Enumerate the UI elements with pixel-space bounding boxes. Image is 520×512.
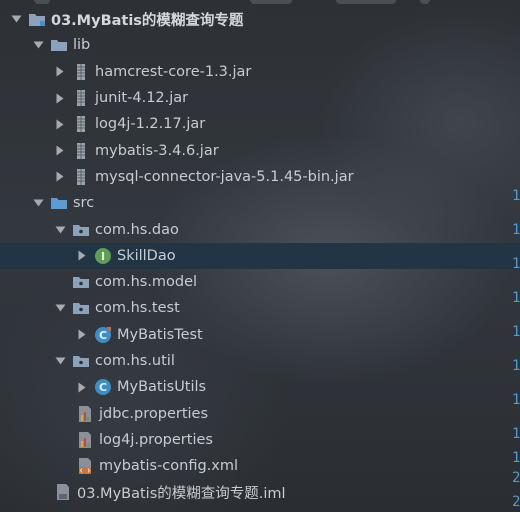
class-icon: C <box>94 378 112 396</box>
class-badge: C <box>99 381 107 394</box>
tree-node-jar[interactable]: junit-4.12.jar <box>0 85 520 111</box>
tree-node-package-test[interactable]: com.hs.test <box>0 295 520 321</box>
gutter-char: 1 <box>512 450 520 466</box>
iml-file-icon <box>54 483 72 501</box>
gutter-char: 1 <box>512 290 520 306</box>
package-icon <box>72 273 90 291</box>
folder-icon <box>50 36 68 54</box>
tree-node-package-model[interactable]: com.hs.model <box>0 269 520 295</box>
tree-node-package-dao[interactable]: com.hs.dao <box>0 216 520 242</box>
gutter-char: 1 <box>512 256 520 272</box>
chevron-down-icon[interactable] <box>32 197 44 209</box>
jar-label: hamcrest-core-1.3.jar <box>95 63 252 80</box>
interface-icon: I <box>94 247 112 265</box>
tree-node-jar[interactable]: mybatis-3.4.6.jar <box>0 137 520 163</box>
package-icon <box>72 221 90 239</box>
tree-node-jar[interactable]: mysql-connector-java-5.1.45-bin.jar <box>0 164 520 190</box>
gutter-char: 2 <box>512 494 520 510</box>
jar-icon <box>72 142 90 160</box>
class-label: MyBatisTest <box>117 326 203 343</box>
tree-node-mybatisutils[interactable]: C MyBatisUtils <box>0 374 520 400</box>
chevron-right-icon[interactable] <box>54 92 66 104</box>
xml-file-icon <box>76 457 94 475</box>
tree-node-mybatistest[interactable]: C MyBatisTest <box>0 322 520 348</box>
properties-file-icon <box>76 405 94 423</box>
jar-label: mybatis-3.4.6.jar <box>95 142 219 159</box>
file-label: jdbc.properties <box>99 405 209 422</box>
gutter-char: 1 <box>512 188 520 204</box>
chevron-down-icon[interactable] <box>54 355 66 367</box>
tree-node-package-util[interactable]: com.hs.util <box>0 348 520 374</box>
package-icon <box>72 352 90 370</box>
chevron-right-icon[interactable] <box>54 66 66 78</box>
tree-node-skilldao[interactable]: I SkillDao <box>0 242 520 269</box>
tree-node-src[interactable]: src <box>0 190 520 216</box>
jar-icon <box>72 115 90 133</box>
editor-gutter-edge: 1 1 1 1 1 1 1 1 1 2 2 <box>510 0 520 512</box>
chevron-down-icon[interactable] <box>10 13 22 25</box>
iml-label: 03.MyBatis的模糊查询专题.iml <box>77 485 286 502</box>
class-label: MyBatisUtils <box>117 379 207 396</box>
chevron-down-icon[interactable] <box>54 224 66 236</box>
jar-icon <box>72 63 90 81</box>
src-label: src <box>73 195 95 212</box>
tree-node-file[interactable]: mybatis-config.xml <box>0 453 520 479</box>
gutter-char: 1 <box>512 324 520 340</box>
file-label: mybatis-config.xml <box>99 458 239 475</box>
clipped-top-row <box>0 0 520 5</box>
jar-label: junit-4.12.jar <box>95 90 189 107</box>
tree-node-file[interactable]: jdbc.properties <box>0 400 520 426</box>
file-label: log4j.properties <box>99 431 213 448</box>
chevron-down-icon[interactable] <box>54 302 66 314</box>
tree-node-project[interactable]: 03.MyBatis的模糊查询专题 <box>0 6 520 32</box>
chevron-right-icon[interactable] <box>54 118 66 130</box>
gutter-char: 1 <box>512 392 520 408</box>
chevron-right-icon[interactable] <box>54 145 66 157</box>
class-badge: C <box>99 329 107 342</box>
test-class-icon: C <box>94 326 112 344</box>
gutter-char: 1 <box>512 426 520 442</box>
chevron-right-icon[interactable] <box>76 250 88 262</box>
gutter-char: 1 <box>512 358 520 374</box>
chevron-right-icon[interactable] <box>76 329 88 341</box>
module-folder-icon <box>28 10 46 28</box>
interface-label: SkillDao <box>117 247 176 264</box>
tree-node-jar[interactable]: log4j-1.2.17.jar <box>0 111 520 137</box>
project-tool-window: 03.MyBatis的模糊查询专题 lib hamcrest-core-1.3.… <box>0 0 520 512</box>
chevron-down-icon[interactable] <box>32 39 44 51</box>
jar-label: mysql-connector-java-5.1.45-bin.jar <box>95 168 354 185</box>
properties-file-icon <box>76 431 94 449</box>
chevron-right-icon[interactable] <box>54 171 66 183</box>
interface-badge: I <box>101 250 105 263</box>
source-folder-icon <box>50 194 68 212</box>
tree-node-iml[interactable]: 03.MyBatis的模糊查询专题.iml <box>0 479 520 505</box>
gutter-char: 2 <box>512 470 520 486</box>
lib-label: lib <box>73 37 91 54</box>
jar-icon <box>72 168 90 186</box>
package-label: com.hs.test <box>95 300 180 317</box>
project-label: 03.MyBatis的模糊查询专题 <box>51 12 244 29</box>
tree-node-lib[interactable]: lib <box>0 32 520 58</box>
package-label: com.hs.dao <box>95 221 179 238</box>
jar-icon <box>72 89 90 107</box>
tree-node-jar[interactable]: hamcrest-core-1.3.jar <box>0 59 520 85</box>
project-tree: 03.MyBatis的模糊查询专题 lib hamcrest-core-1.3.… <box>0 6 520 506</box>
package-icon <box>72 299 90 317</box>
jar-label: log4j-1.2.17.jar <box>95 116 206 133</box>
tree-node-file[interactable]: log4j.properties <box>0 427 520 453</box>
gutter-char: 1 <box>512 222 520 238</box>
package-label: com.hs.model <box>95 274 198 291</box>
chevron-right-icon[interactable] <box>76 381 88 393</box>
package-label: com.hs.util <box>95 353 175 369</box>
